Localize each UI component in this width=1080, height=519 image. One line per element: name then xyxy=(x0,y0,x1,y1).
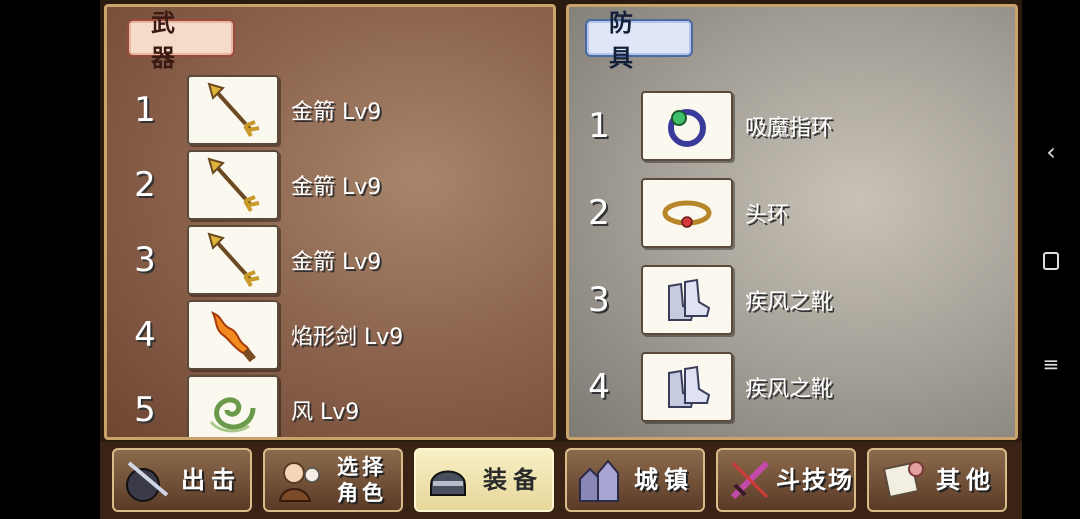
helmet-icon xyxy=(422,454,474,506)
armor-slot-4[interactable]: 4 疾风之靴 xyxy=(577,352,833,422)
character-select-label-line1: 选择 xyxy=(337,455,387,479)
weapon-slot-1[interactable]: 1 金箭 Lv9 xyxy=(123,75,381,145)
character-select-label: 选择 角色 xyxy=(323,454,401,506)
slot-number: 1 xyxy=(588,106,610,146)
golden-arrow-icon xyxy=(187,75,279,145)
slot-number: 3 xyxy=(134,240,156,280)
bottom-menu: 出击 选择 角色 装备 城镇 斗技场 其他 xyxy=(100,442,1022,519)
slot-number: 4 xyxy=(588,367,610,407)
sortie-icon xyxy=(120,454,172,506)
golden-arrow-icon xyxy=(187,225,279,295)
weapon-slot-2[interactable]: 2 金箭 Lv9 xyxy=(123,150,381,220)
armor-slot-3[interactable]: 3 疾风之靴 xyxy=(577,265,833,335)
menu-icon[interactable]: ≡ xyxy=(1038,352,1064,376)
system-nav-bar: ‹ ≡ xyxy=(1022,0,1080,519)
slot-number: 2 xyxy=(588,193,610,233)
town-button[interactable]: 城镇 xyxy=(565,448,705,512)
weapon-slot-4[interactable]: 4 焰形剑 Lv9 xyxy=(123,300,403,370)
back-icon[interactable]: ‹ xyxy=(1038,138,1064,166)
wind-icon xyxy=(187,375,279,437)
armor-panel: 防具 1 吸魔指环 2 头环 3 疾风之靴 4 疾风之靴 xyxy=(566,4,1018,440)
magic-ring-icon xyxy=(641,91,733,161)
character-select-button[interactable]: 选择 角色 xyxy=(263,448,403,512)
tab-weapons[interactable]: 武器 xyxy=(127,9,235,72)
armor-name: 吸魔指环 xyxy=(745,116,834,141)
arena-label: 斗技场 xyxy=(776,466,854,494)
slot-number: 2 xyxy=(134,165,156,205)
character-select-icon xyxy=(271,454,323,506)
weapon-slot-5[interactable]: 5 风 Lv9 xyxy=(123,375,360,437)
weapon-name: 风 Lv9 xyxy=(291,400,360,425)
slot-number: 1 xyxy=(134,90,156,130)
sortie-button[interactable]: 出击 xyxy=(112,448,252,512)
weapon-name: 金箭 Lv9 xyxy=(291,250,382,275)
slot-number: 4 xyxy=(134,315,156,355)
equipment-button[interactable]: 装备 xyxy=(414,448,554,512)
scroll-icon xyxy=(875,454,927,506)
golden-arrow-icon xyxy=(187,150,279,220)
town-icon xyxy=(573,454,625,506)
armor-slot-1[interactable]: 1 吸魔指环 xyxy=(577,91,833,161)
armor-slot-2[interactable]: 2 头环 xyxy=(577,178,789,248)
other-label: 其他 xyxy=(936,466,996,494)
sword-arena-icon xyxy=(724,454,776,506)
weapon-name: 金箭 Lv9 xyxy=(291,100,382,125)
home-icon[interactable] xyxy=(1038,248,1064,274)
game-screen: 武器 1 金箭 Lv9 2 金箭 Lv9 3 金箭 Lv9 4 焰形剑 Lv9 … xyxy=(100,0,1022,519)
slot-number: 3 xyxy=(588,280,610,320)
town-label: 城镇 xyxy=(634,466,694,494)
arena-button[interactable]: 斗技场 xyxy=(716,448,856,512)
flame-sword-icon xyxy=(187,300,279,370)
armor-name: 疾风之靴 xyxy=(745,290,834,315)
other-button[interactable]: 其他 xyxy=(867,448,1007,512)
circlet-icon xyxy=(641,178,733,248)
tab-armor[interactable]: 防具 xyxy=(585,9,693,72)
boots-icon xyxy=(641,265,733,335)
sortie-label: 出击 xyxy=(181,466,241,494)
weapon-name: 金箭 Lv9 xyxy=(291,175,382,200)
character-select-label-line2: 角色 xyxy=(337,481,387,505)
armor-name: 疾风之靴 xyxy=(745,377,834,402)
weapons-panel: 武器 1 金箭 Lv9 2 金箭 Lv9 3 金箭 Lv9 4 焰形剑 Lv9 … xyxy=(104,4,556,440)
weapon-name: 焰形剑 Lv9 xyxy=(291,325,404,350)
slot-number: 5 xyxy=(134,390,156,430)
boots-icon xyxy=(641,352,733,422)
armor-name: 头环 xyxy=(745,203,790,228)
equipment-label: 装备 xyxy=(483,466,543,494)
weapon-slot-3[interactable]: 3 金箭 Lv9 xyxy=(123,225,381,295)
